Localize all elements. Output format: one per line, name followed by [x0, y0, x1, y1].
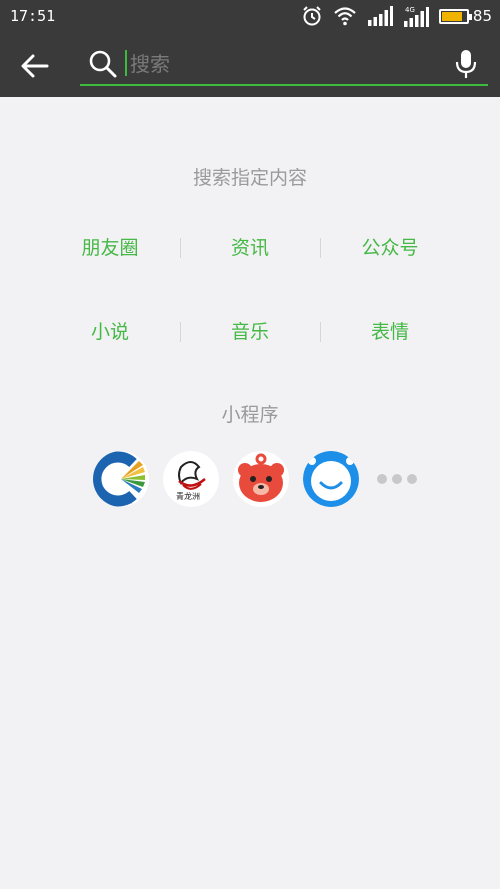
huitong-logo-icon[interactable]: 汇	[93, 451, 149, 507]
svg-text:汇: 汇	[123, 495, 132, 506]
mini-programs-title: 小程序	[221, 404, 279, 426]
text-caret	[125, 50, 127, 76]
search-targets-title: 搜索指定内容	[192, 167, 307, 189]
search-target-row: 朋友圈 资讯 公众号	[40, 228, 460, 268]
qinglongzhou-logo-icon[interactable]: 青龙洲	[163, 451, 219, 507]
signal-4g-icon: 4G	[403, 6, 429, 27]
search-box[interactable]	[80, 44, 488, 86]
svg-text:青龙洲: 青龙洲	[176, 491, 200, 501]
target-moments-link[interactable]: 朋友圈	[40, 228, 180, 268]
mini-programs-row: 汇 青龙洲	[93, 451, 417, 507]
search-icon	[89, 50, 117, 78]
battery-percent: 85	[472, 7, 492, 25]
battery-indicator: 85	[438, 7, 492, 25]
back-arrow-icon[interactable]	[18, 49, 52, 83]
bear-logo-icon[interactable]	[233, 451, 289, 507]
alarm-icon	[303, 6, 321, 26]
target-official-accounts-link[interactable]: 公众号	[320, 228, 460, 268]
target-music-link[interactable]: 音乐	[180, 312, 320, 352]
target-stickers-link[interactable]: 表情	[320, 312, 460, 352]
status-bar: 17:51 4G 85	[0, 0, 500, 32]
smile-logo-icon[interactable]	[303, 451, 359, 507]
search-target-row: 小说 音乐 表情	[40, 312, 460, 352]
target-news-link[interactable]: 资讯	[180, 228, 320, 268]
wifi-icon	[334, 7, 356, 26]
target-novels-link[interactable]: 小说	[40, 312, 180, 352]
status-time: 17:51	[10, 7, 56, 25]
microphone-icon[interactable]	[454, 48, 478, 80]
signal-icon	[367, 6, 393, 26]
search-input[interactable]	[130, 48, 450, 80]
svg-text:4G: 4G	[405, 6, 415, 14]
more-dots-icon[interactable]	[377, 474, 417, 484]
search-toolbar	[0, 32, 500, 97]
battery-icon	[438, 8, 472, 24]
